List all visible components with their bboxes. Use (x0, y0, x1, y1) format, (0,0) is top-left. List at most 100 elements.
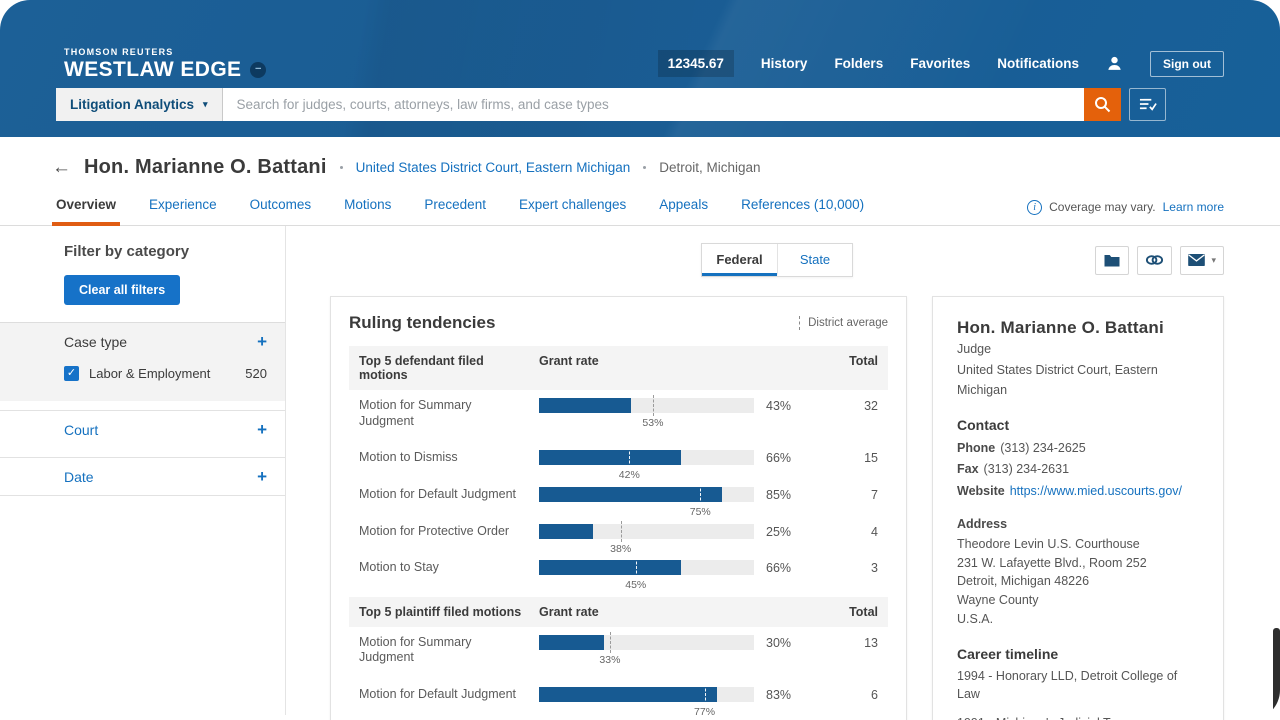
client-id-button[interactable]: 12345.67 (658, 50, 734, 77)
clear-all-filters-button[interactable]: Clear all filters (64, 275, 180, 305)
nav-favorites[interactable]: Favorites (910, 56, 970, 71)
district-average-value: 75% (690, 506, 711, 518)
motion-label: Motion to Dismiss (359, 449, 527, 466)
copy-link-button[interactable] (1137, 246, 1172, 275)
grant-rate-bar: 53% (539, 398, 754, 413)
plus-icon[interactable]: + (257, 333, 267, 350)
judge-location: Detroit, Michigan (659, 160, 760, 175)
website-line: Website https://www.mied.uscourts.gov/ (957, 481, 1199, 502)
plus-icon[interactable]: + (257, 421, 267, 438)
results-list-icon (1139, 97, 1157, 112)
address-line: Wayne County (957, 591, 1199, 610)
search-category-dropdown[interactable]: Litigation Analytics ▾ (56, 88, 223, 121)
grant-rate-bar: 75% (539, 487, 754, 502)
career-entry: 1991 - Michigan's Judicial Tenure Commis… (957, 714, 1199, 720)
filter-title: Filter by category (64, 243, 269, 260)
sign-out-button[interactable]: Sign out (1150, 51, 1224, 77)
address-line: Detroit, Michigan 48226 (957, 572, 1199, 591)
tab-outcomes[interactable]: Outcomes (250, 189, 312, 225)
grant-rate-column-header: Grant rate (539, 605, 754, 619)
grant-rate-value: 25% (766, 523, 822, 539)
tab-experience[interactable]: Experience (149, 189, 217, 225)
search-button[interactable] (1084, 88, 1121, 121)
judge-header: ← Hon. Marianne O. Battani United States… (0, 137, 1280, 189)
toggle-federal[interactable]: Federal (702, 244, 777, 276)
address-heading: Address (957, 517, 1199, 531)
tab-bar: Overview Experience Outcomes Motions Pre… (0, 189, 1280, 226)
plus-icon[interactable]: + (257, 468, 267, 485)
labor-employment-checkbox[interactable]: ✓ (64, 366, 79, 381)
scrollbar-thumb[interactable] (1273, 628, 1280, 720)
filter-section-case-type: Case type + ✓ Labor & Employment 520 (0, 322, 285, 401)
toggle-state[interactable]: State (777, 244, 852, 276)
total-value: 13 (834, 634, 878, 650)
filter-section-date[interactable]: Date + (0, 457, 285, 496)
website-link[interactable]: https://www.mied.uscourts.gov/ (1010, 484, 1182, 498)
grant-rate-bar: 33% (539, 635, 754, 650)
link-icon (1145, 254, 1164, 266)
tab-precedent[interactable]: Precedent (424, 189, 486, 225)
chart-row: Motion for Default Judgment77%83%6 (349, 679, 888, 716)
info-icon[interactable]: i (1027, 200, 1042, 215)
nav-folders[interactable]: Folders (834, 56, 883, 71)
grant-rate-bar: 38% (539, 524, 754, 539)
chart-row: Motion in Limine23%40%5 (349, 716, 888, 720)
back-arrow-icon[interactable]: ← (52, 158, 71, 177)
separator-dot (340, 166, 343, 169)
search-icon (1094, 96, 1111, 113)
court-link[interactable]: United States District Court, Eastern Mi… (356, 160, 631, 175)
chart-row: Motion for Default Judgment75%85%7 (349, 479, 888, 516)
westlaw-logo[interactable]: THOMSON REUTERS WESTLAW EDGE − (64, 47, 266, 82)
ruling-tendencies-card: Ruling tendencies District average Top 5… (330, 296, 907, 720)
website-label: Website (957, 484, 1005, 498)
document-actions: ▾ (1095, 246, 1224, 275)
district-average-legend: District average (799, 316, 888, 330)
nav-history[interactable]: History (761, 56, 808, 71)
filter-section-court[interactable]: Court + (0, 410, 285, 448)
profile-name: Hon. Marianne O. Battani (957, 318, 1199, 338)
address-line: U.S.A. (957, 610, 1199, 629)
total-column-header: Total (834, 605, 878, 619)
grant-rate-value: 43% (766, 397, 822, 413)
main-content: Federal State ▾ (286, 226, 1280, 715)
grant-rate-value: 66% (766, 449, 822, 465)
grant-rate-bar: 42% (539, 450, 754, 465)
tab-overview[interactable]: Overview (56, 189, 116, 225)
total-value: 4 (834, 523, 878, 539)
save-to-folder-button[interactable] (1095, 246, 1129, 275)
grant-rate-bar: 77% (539, 687, 754, 702)
grant-rate-value: 30% (766, 634, 822, 650)
total-column-header: Total (834, 354, 878, 382)
tab-references[interactable]: References (10,000) (741, 189, 864, 225)
app-window: THOMSON REUTERS WESTLAW EDGE − 12345.67 … (0, 0, 1280, 720)
chart-row: Motion to Dismiss42%66%15 (349, 442, 888, 479)
grant-rate-value: 83% (766, 686, 822, 702)
ruling-tendencies-title: Ruling tendencies (349, 313, 495, 333)
judge-profile-card: Hon. Marianne O. Battani Judge United St… (932, 296, 1224, 720)
nav-notifications[interactable]: Notifications (997, 56, 1079, 71)
tab-expert-challenges[interactable]: Expert challenges (519, 189, 626, 225)
brand-menu-icon[interactable]: − (250, 62, 266, 78)
district-average-label: District average (808, 317, 888, 329)
tab-appeals[interactable]: Appeals (659, 189, 708, 225)
tab-motions[interactable]: Motions (344, 189, 391, 225)
top-navigation: 12345.67 History Folders Favorites Notif… (658, 50, 1224, 77)
total-value: 32 (834, 397, 878, 413)
case-type-label: Case type (64, 334, 127, 350)
coverage-learn-more-link[interactable]: Learn more (1163, 200, 1224, 214)
results-list-button[interactable] (1129, 88, 1166, 121)
email-icon (1188, 254, 1205, 266)
total-value: 3 (834, 559, 878, 575)
email-button[interactable]: ▾ (1180, 246, 1224, 275)
profile-role: Judge (957, 340, 1199, 359)
search-input[interactable] (223, 88, 1084, 121)
motion-label: Motion for Protective Order (359, 523, 527, 540)
district-average-marker (610, 632, 611, 653)
motion-label: Motion for Default Judgment (359, 486, 527, 503)
case-type-header[interactable]: Case type + (0, 323, 285, 360)
user-account-button[interactable] (1106, 55, 1123, 72)
ruling-sections: Top 5 defendant filed motionsGrant rateT… (349, 346, 888, 720)
jurisdiction-toggle: Federal State (701, 243, 853, 277)
grant-rate-bar: 45% (539, 560, 754, 575)
profile-court: United States District Court, Eastern Mi… (957, 361, 1199, 400)
